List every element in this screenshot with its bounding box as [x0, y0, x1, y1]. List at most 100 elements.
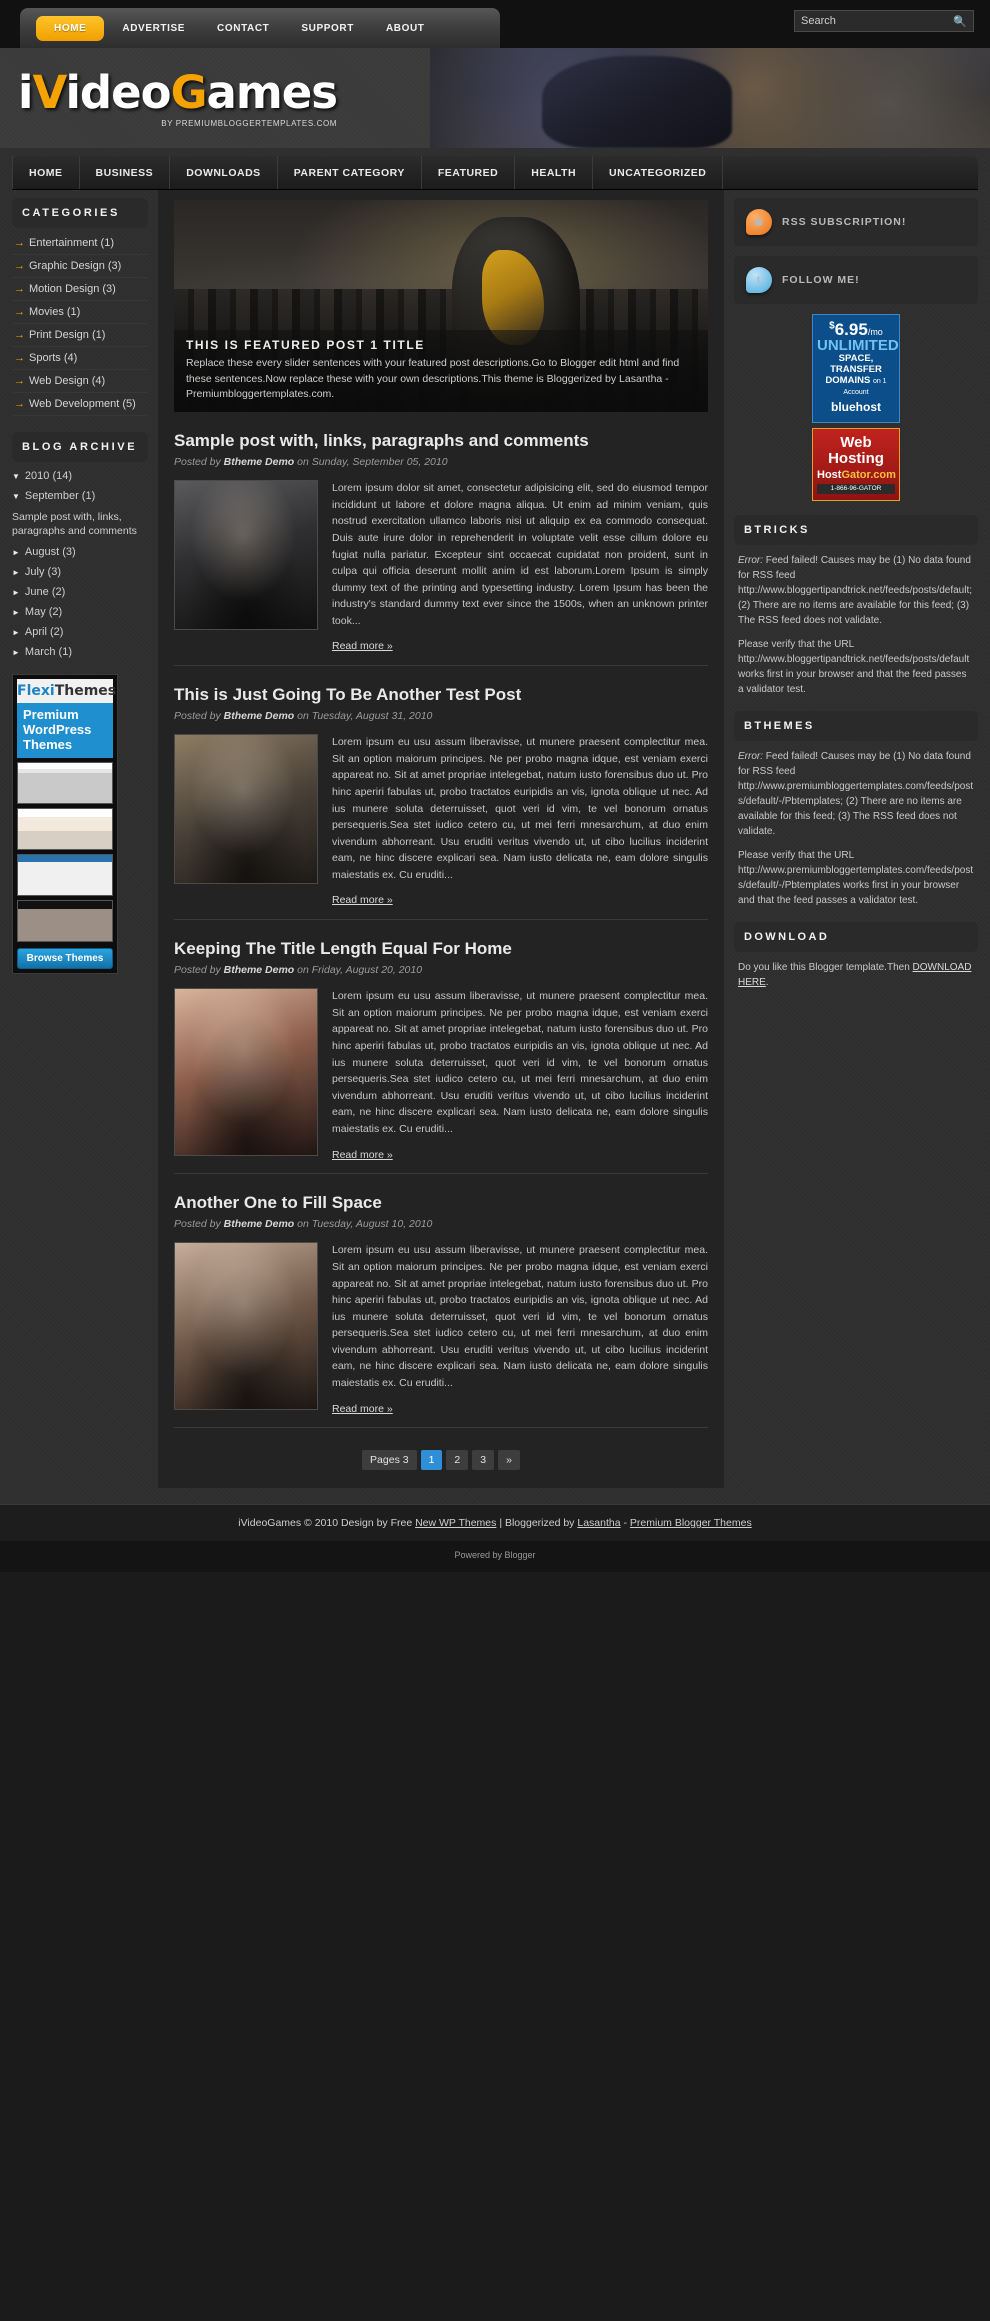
- mainnav-item-health[interactable]: HEALTH: [515, 156, 594, 189]
- topnav-item-home[interactable]: HOME: [36, 15, 105, 41]
- bluehost-ad[interactable]: $6.95/mo UNLIMITED SPACE, TRANSFER DOMAI…: [812, 314, 900, 424]
- archive-item-month[interactable]: ► March (1): [12, 642, 148, 662]
- chevron-right-icon[interactable]: ►: [12, 588, 20, 597]
- category-link-web-development[interactable]: → Web Development (5): [12, 393, 148, 415]
- category-link-motion-design[interactable]: → Motion Design (3): [12, 278, 148, 300]
- mainnav-item-parent-category[interactable]: PARENT CATEGORY: [278, 156, 422, 189]
- flexithemes-ad[interactable]: FlexiThemes Premium WordPress Themes Bro…: [12, 674, 118, 975]
- topnav-item-about[interactable]: ABOUT: [372, 17, 439, 40]
- category-label: Web Design (4): [29, 375, 106, 387]
- rss-subscription-widget[interactable]: ◉ RSS SUBSCRIPTION!: [734, 198, 978, 246]
- site-logo[interactable]: iVideoGames BY PREMIUMBLOGGERTEMPLATES.C…: [18, 70, 338, 128]
- category-link-entertainment[interactable]: → Entertainment (1): [12, 232, 148, 254]
- chevron-right-icon[interactable]: ►: [12, 608, 20, 617]
- category-link-sports[interactable]: → Sports (4): [12, 347, 148, 369]
- post-thumbnail[interactable]: [174, 1242, 318, 1411]
- chevron-right-icon[interactable]: ►: [12, 648, 20, 657]
- post-4: Another One to Fill Space Posted by Bthe…: [174, 1174, 708, 1429]
- list-item[interactable]: → Sports (4): [12, 347, 148, 370]
- btricks-title: BTRICKS: [734, 514, 978, 545]
- list-item[interactable]: → Web Design (4): [12, 370, 148, 393]
- search-box[interactable]: 🔍: [794, 10, 974, 32]
- post-thumbnail[interactable]: [174, 734, 318, 885]
- chevron-right-icon[interactable]: ►: [12, 628, 20, 637]
- search-icon[interactable]: 🔍: [953, 15, 967, 28]
- archive-item-month[interactable]: ► April (2): [12, 622, 148, 642]
- category-label: Sports (4): [29, 352, 78, 364]
- read-more-link[interactable]: Read more »: [332, 638, 393, 655]
- category-link-print-design[interactable]: → Print Design (1): [12, 324, 148, 346]
- category-link-graphic-design[interactable]: → Graphic Design (3): [12, 255, 148, 277]
- pagination: Pages 3 1 2 3 »: [174, 1450, 708, 1471]
- post-thumbnail[interactable]: [174, 480, 318, 631]
- archive-item-month[interactable]: ► July (3): [12, 562, 148, 582]
- site-footer: iVideoGames © 2010 Design by Free New WP…: [0, 1504, 990, 1542]
- hostgator-ad[interactable]: Web Hosting HostGator.com 1-866-96-GATOR: [812, 428, 900, 501]
- twitter-follow-widget[interactable]: t FOLLOW ME!: [734, 256, 978, 304]
- archive-item-month[interactable]: ► May (2): [12, 602, 148, 622]
- read-more-link[interactable]: Read more »: [332, 1147, 393, 1164]
- post-title[interactable]: Sample post with, links, paragraphs and …: [174, 430, 708, 451]
- footer-link-new-wp-themes[interactable]: New WP Themes: [415, 1517, 496, 1529]
- footer-mid-text: | Bloggerized by: [496, 1517, 578, 1530]
- list-item[interactable]: → Entertainment (1): [12, 232, 148, 255]
- archive-item-year[interactable]: ▼ 2010 (14): [12, 466, 148, 486]
- pagination-page-2[interactable]: 2: [446, 1450, 469, 1471]
- footer-link-premium-blogger-themes[interactable]: Premium Blogger Themes: [630, 1517, 752, 1529]
- mainnav-item-business[interactable]: BUSINESS: [80, 156, 171, 189]
- post-title[interactable]: This is Just Going To Be Another Test Po…: [174, 684, 708, 705]
- post-body: Lorem ipsum dolor sit amet, consectetur …: [174, 480, 708, 655]
- browse-themes-button[interactable]: Browse Themes: [17, 948, 113, 970]
- mainnav-item-uncategorized[interactable]: UNCATEGORIZED: [593, 156, 724, 189]
- archive-item-post[interactable]: Sample post with, links, paragraphs and …: [12, 506, 148, 542]
- mainnav-item-home[interactable]: HOME: [12, 156, 80, 189]
- list-item[interactable]: → Movies (1): [12, 301, 148, 324]
- search-input[interactable]: [801, 15, 954, 27]
- topnav-item-support[interactable]: SUPPORT: [287, 17, 368, 40]
- list-item[interactable]: → Web Development (5): [12, 393, 148, 416]
- twitter-label: FOLLOW ME!: [782, 274, 860, 286]
- chevron-right-icon[interactable]: ►: [12, 548, 20, 557]
- archive-item-month[interactable]: ▼ September (1): [12, 486, 148, 506]
- download-text-prefix: Do you like this Blogger template.Then: [738, 961, 913, 973]
- pagination-page-3[interactable]: 3: [472, 1450, 495, 1471]
- category-link-movies[interactable]: → Movies (1): [12, 301, 148, 323]
- list-item[interactable]: → Motion Design (3): [12, 278, 148, 301]
- post-author[interactable]: Btheme Demo: [224, 964, 295, 976]
- chevron-right-icon[interactable]: ►: [12, 568, 20, 577]
- mainnav-item-downloads[interactable]: DOWNLOADS: [170, 156, 278, 189]
- post-date: on Sunday, September 05, 2010: [294, 456, 448, 469]
- chevron-down-icon[interactable]: ▼: [12, 472, 20, 481]
- bthemes-widget: BTHEMES Error: Feed failed! Causes may b…: [734, 710, 978, 908]
- pagination-next[interactable]: »: [498, 1450, 520, 1471]
- post-excerpt: Lorem ipsum eu usu assum liberavisse, ut…: [332, 1244, 708, 1389]
- footer-link-lasantha[interactable]: Lasantha: [577, 1517, 620, 1529]
- rss-icon[interactable]: ◉: [746, 209, 772, 235]
- post-author[interactable]: Btheme Demo: [224, 710, 295, 722]
- post-author[interactable]: Btheme Demo: [224, 456, 295, 468]
- post-thumbnail[interactable]: [174, 988, 318, 1157]
- chevron-down-icon[interactable]: ▼: [12, 492, 20, 501]
- topnav-item-advertise[interactable]: ADVERTISE: [108, 17, 199, 40]
- pagination-page-1[interactable]: 1: [420, 1450, 443, 1471]
- topnav-item-contact[interactable]: CONTACT: [203, 17, 283, 40]
- twitter-icon[interactable]: t: [746, 267, 772, 293]
- featured-post-slider[interactable]: THIS IS FEATURED POST 1 TITLE Replace th…: [174, 200, 708, 412]
- mainnav-item-featured[interactable]: FEATURED: [422, 156, 516, 189]
- category-link-web-design[interactable]: → Web Design (4): [12, 370, 148, 392]
- archive-item-month[interactable]: ► June (2): [12, 582, 148, 602]
- blog-archive-widget-title: BLOG ARCHIVE: [12, 432, 148, 462]
- archive-label: May (2): [24, 606, 63, 619]
- post-title[interactable]: Another One to Fill Space: [174, 1192, 708, 1213]
- archive-item-month[interactable]: ► August (3): [12, 542, 148, 562]
- blogger-link[interactable]: Blogger: [505, 1550, 536, 1560]
- read-more-link[interactable]: Read more »: [332, 892, 393, 909]
- post-author[interactable]: Btheme Demo: [224, 1218, 295, 1230]
- read-more-link[interactable]: Read more »: [332, 1401, 393, 1418]
- logo-part-g: G: [170, 66, 208, 119]
- archive-label: August (3): [24, 546, 76, 559]
- flexithemes-screenshot-1: [17, 762, 113, 805]
- list-item[interactable]: → Print Design (1): [12, 324, 148, 347]
- post-title[interactable]: Keeping The Title Length Equal For Home: [174, 938, 708, 959]
- list-item[interactable]: → Graphic Design (3): [12, 255, 148, 278]
